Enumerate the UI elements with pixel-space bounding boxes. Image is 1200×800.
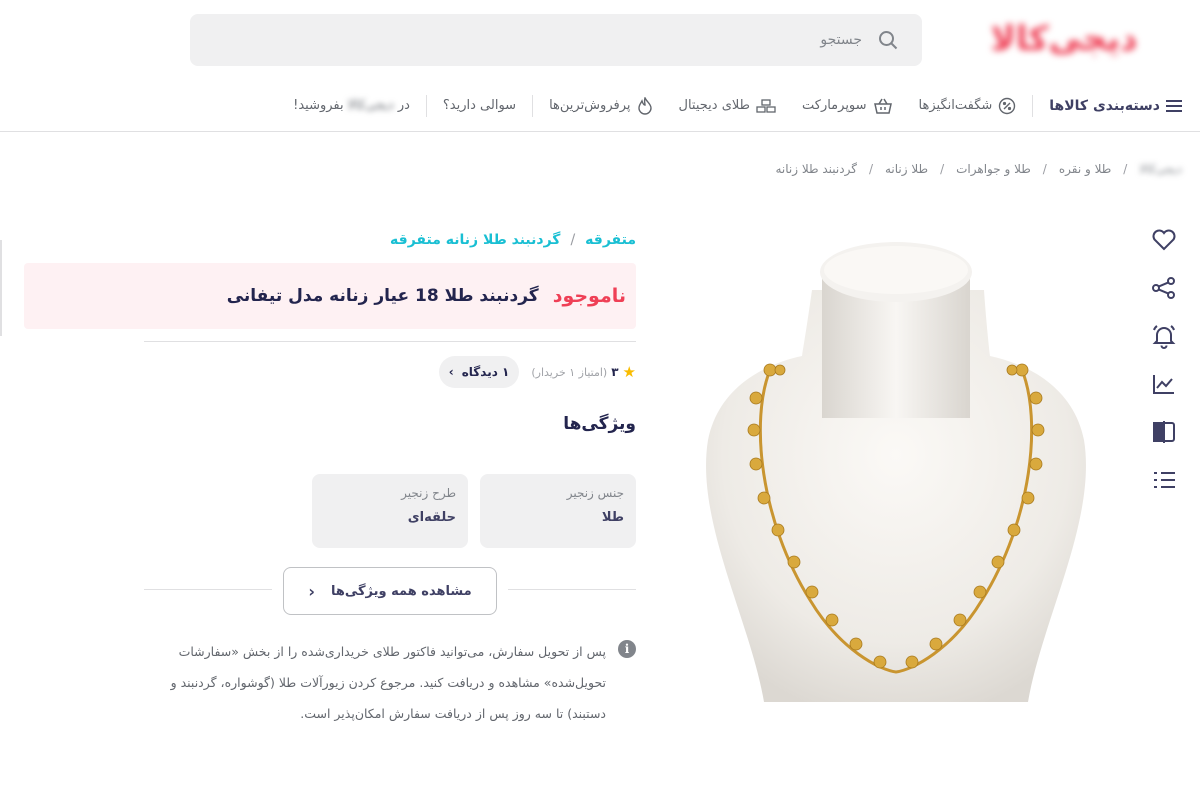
chevron-left-icon: › <box>448 365 454 379</box>
sell-prefix: در <box>397 98 410 113</box>
specs-list-button[interactable] <box>1150 466 1178 494</box>
compare-icon <box>1153 421 1175 443</box>
show-all-features-button[interactable]: مشاهده همه ویژگی‌ها ‹ <box>283 567 497 615</box>
nav-item-label: سوالی دارید؟ <box>442 98 517 113</box>
site-logo[interactable]: دیجی‌کالا <box>940 12 1188 66</box>
product-title: گردنبند طلا 18 عیار زنانه مدل تیفانی <box>226 286 539 306</box>
star-icon: ★ <box>622 363 636 381</box>
heart-icon <box>1152 229 1176 251</box>
breadcrumb-item[interactable]: طلا و جواهرات <box>956 162 1031 176</box>
nav-item-amazing[interactable]: شگفت‌انگیزها <box>919 95 1017 117</box>
product-image[interactable] <box>690 240 1102 702</box>
compare-button[interactable] <box>1150 418 1178 446</box>
product-category-links: متفرقه / گردنبند طلا زنانه متفرقه <box>390 232 636 248</box>
menu-icon <box>1166 99 1182 112</box>
feature-value: طلا <box>601 510 624 525</box>
rating-count: (امتیاز ۱ خریدار) <box>531 365 608 379</box>
reviews-button[interactable]: ۱ دیدگاه › <box>438 356 520 388</box>
breadcrumb-separator: / <box>940 162 945 176</box>
percent-icon <box>999 97 1016 114</box>
nav-item-faq[interactable]: سوالی دارید؟ <box>443 95 516 117</box>
breadcrumb-separator: / <box>868 162 873 176</box>
divider <box>144 589 272 590</box>
nav-divider <box>532 94 534 117</box>
feature-card: طرح زنجیر حلقه‌ای <box>312 474 468 548</box>
feature-key: جنس زنجیر <box>566 486 624 500</box>
info-note-text: پس از تحویل سفارش، می‌توانید فاکتور طلای… <box>170 644 606 721</box>
sell-brand: دیجی‌کالا <box>347 98 394 113</box>
breadcrumb-item[interactable]: دیجی‌کالا <box>1139 162 1182 176</box>
logo-text: دیجی‌کالا <box>990 19 1138 59</box>
notify-button[interactable] <box>1150 322 1178 350</box>
gold-bars-icon <box>756 98 776 113</box>
product-title-box: ناموجود گردنبند طلا 18 عیار زنانه مدل تی… <box>24 263 636 329</box>
scroll-edge <box>0 240 2 336</box>
rating-row: ★ ۳ (امتیاز ۱ خریدار) ۱ دیدگاه › <box>438 356 636 388</box>
reviews-label: ۱ دیدگاه <box>461 365 510 379</box>
breadcrumb-item[interactable]: طلا زنانه <box>885 162 928 176</box>
category-link[interactable]: متفرقه <box>585 232 636 248</box>
favorite-button[interactable] <box>1150 226 1178 254</box>
divider <box>144 341 636 342</box>
nav-item-digital-gold[interactable]: طلای دیجیتال <box>679 95 776 117</box>
price-chart-icon <box>1153 375 1174 394</box>
divider <box>508 589 636 590</box>
product-tools <box>1146 226 1182 514</box>
nav-item-label: شگفت‌انگیزها <box>918 98 993 113</box>
nav-divider <box>425 94 427 117</box>
search-bar[interactable] <box>190 14 922 66</box>
breadcrumb: دیجی‌کالا / طلا و نقره / طلا و جواهرات /… <box>775 162 1182 176</box>
chevron-left-icon: ‹ <box>308 581 315 601</box>
rating-score: ۳ <box>611 365 619 379</box>
nav-item-supermarket[interactable]: سوپرمارکت <box>802 95 893 117</box>
search-input[interactable] <box>264 31 864 49</box>
show-all-features-label: مشاهده همه ویژگی‌ها <box>330 583 472 599</box>
category-link[interactable]: گردنبند طلا زنانه متفرقه <box>390 232 560 248</box>
nav-item-label: پرفروش‌ترین‌ها <box>549 98 631 113</box>
basket-icon <box>873 98 892 114</box>
category-separator: / <box>570 232 576 248</box>
info-icon: i <box>618 640 636 658</box>
feature-card: جنس زنجیر طلا <box>480 474 636 548</box>
sell-suffix: بفروشید! <box>293 98 344 113</box>
feature-key: طرح زنجیر <box>401 486 456 500</box>
nav-item-label: سوپرمارکت <box>801 98 867 113</box>
nav-categories[interactable]: دسته‌بندی کالاها <box>1032 94 1182 117</box>
main-nav: دسته‌بندی کالاها شگفت‌انگیزها سوپرمارکت … <box>0 80 1200 132</box>
bell-icon <box>1152 325 1176 349</box>
share-button[interactable] <box>1150 274 1178 302</box>
nav-item-bestsellers[interactable]: پرفروش‌ترین‌ها <box>549 95 652 117</box>
list-icon <box>1154 472 1175 488</box>
share-icon <box>1152 277 1175 299</box>
stock-status: ناموجود <box>552 285 626 307</box>
feature-value: حلقه‌ای <box>407 510 456 525</box>
features-heading: ویژگی‌ها <box>563 414 636 434</box>
nav-categories-label: دسته‌بندی کالاها <box>1049 97 1160 114</box>
nav-item-label: طلای دیجیتال <box>678 98 750 113</box>
breadcrumb-separator: / <box>1123 162 1128 176</box>
search-icon <box>879 31 898 50</box>
price-chart-button[interactable] <box>1150 370 1178 398</box>
breadcrumb-item[interactable]: گردنبند طلا زنانه <box>775 162 856 176</box>
breadcrumb-item[interactable]: طلا و نقره <box>1059 162 1111 176</box>
fire-icon <box>637 96 652 115</box>
nav-item-sell[interactable]: در دیجی‌کالا بفروشید! <box>293 95 410 117</box>
breadcrumb-separator: / <box>1042 162 1047 176</box>
info-note: i پس از تحویل سفارش، می‌توانید فاکتور طل… <box>144 636 636 729</box>
